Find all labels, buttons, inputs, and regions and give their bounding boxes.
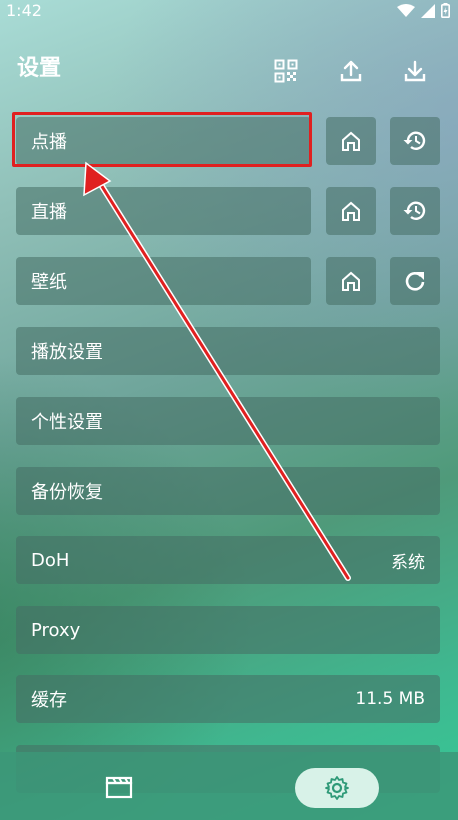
row-label: DoH bbox=[31, 549, 70, 571]
home-icon bbox=[342, 201, 360, 221]
vod-history-button[interactable] bbox=[390, 117, 440, 165]
row-label: 直播 bbox=[31, 202, 67, 223]
highlight-box bbox=[12, 112, 312, 167]
status-icons bbox=[397, 3, 450, 18]
gear-icon bbox=[325, 776, 349, 800]
row-wallpaper[interactable]: 壁纸 bbox=[16, 257, 311, 305]
row-label: 备份恢复 bbox=[31, 482, 103, 503]
row-label: 缓存 bbox=[31, 690, 67, 711]
signal-icon bbox=[421, 3, 435, 18]
live-home-button[interactable] bbox=[326, 187, 376, 235]
bottom-nav bbox=[0, 752, 458, 820]
download-icon[interactable] bbox=[402, 58, 428, 84]
qr-code-icon[interactable] bbox=[273, 58, 299, 84]
row-value: 系统 bbox=[391, 552, 425, 573]
row-live[interactable]: 直播 bbox=[16, 187, 311, 235]
row-proxy[interactable]: Proxy bbox=[16, 606, 440, 654]
row-cache[interactable]: 缓存 11.5 MB bbox=[16, 675, 440, 723]
status-bar: 1:42 bbox=[0, 0, 458, 24]
upload-icon[interactable] bbox=[338, 58, 364, 84]
refresh-icon bbox=[405, 272, 425, 291]
wallpaper-refresh-button[interactable] bbox=[390, 257, 440, 305]
page-title: 设置 bbox=[17, 56, 62, 81]
nav-vod-button[interactable] bbox=[102, 770, 136, 804]
nav-settings-button[interactable] bbox=[295, 768, 379, 808]
home-icon bbox=[342, 131, 360, 151]
row-label: Proxy bbox=[31, 619, 81, 641]
wifi-icon bbox=[397, 3, 415, 17]
row-doh[interactable]: DoH 系统 bbox=[16, 536, 440, 584]
row-backup-restore[interactable]: 备份恢复 bbox=[16, 467, 440, 515]
live-history-button[interactable] bbox=[390, 187, 440, 235]
wallpaper-home-button[interactable] bbox=[326, 257, 376, 305]
vod-home-button[interactable] bbox=[326, 117, 376, 165]
status-time: 1:42 bbox=[6, 1, 42, 20]
battery-icon bbox=[441, 3, 450, 18]
clapperboard-icon bbox=[105, 776, 133, 799]
row-label: 壁纸 bbox=[31, 272, 67, 293]
row-playback-settings[interactable]: 播放设置 bbox=[16, 327, 440, 375]
row-value: 11.5 MB bbox=[355, 689, 425, 709]
row-personalization[interactable]: 个性设置 bbox=[16, 397, 440, 445]
row-label: 播放设置 bbox=[31, 342, 103, 363]
row-label: 个性设置 bbox=[31, 412, 103, 433]
home-icon bbox=[342, 271, 360, 291]
history-icon bbox=[403, 131, 426, 150]
history-icon bbox=[403, 201, 426, 220]
